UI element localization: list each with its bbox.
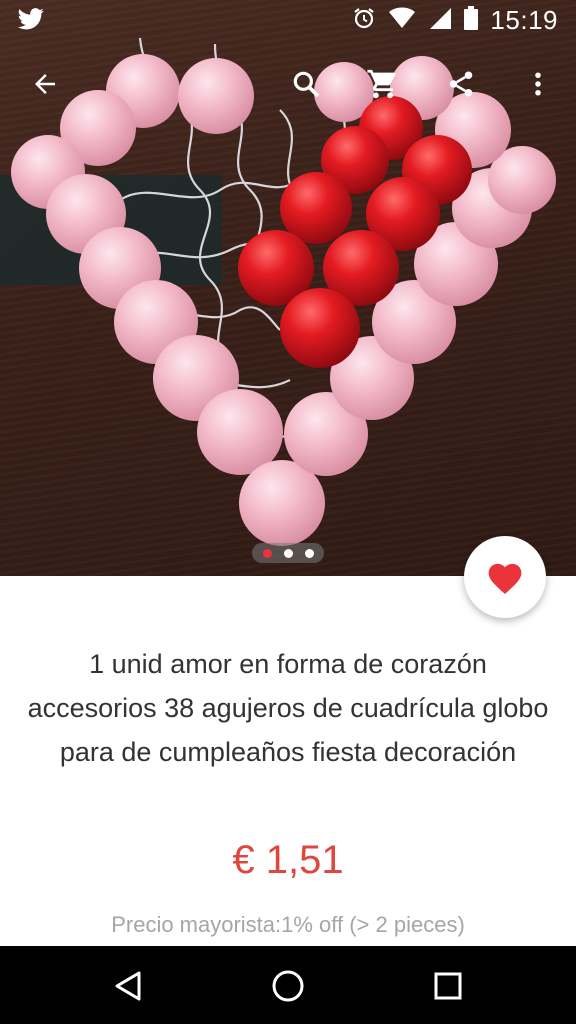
balloon-group — [11, 54, 556, 546]
cart-icon — [367, 69, 396, 99]
share-icon — [449, 71, 473, 97]
back-button[interactable] — [19, 58, 71, 110]
home-circle-icon — [272, 970, 304, 1002]
system-nav-bar — [0, 946, 576, 1024]
alarm-icon — [352, 6, 376, 35]
status-time: 15:19 — [490, 4, 558, 35]
favorite-button[interactable] — [464, 536, 546, 618]
app-toolbar — [0, 58, 576, 110]
image-pager-indicator[interactable] — [252, 543, 324, 563]
status-bar: 15:19 — [0, 0, 576, 40]
search-icon — [293, 71, 320, 98]
cart-button[interactable] — [357, 58, 409, 110]
red-balloon — [280, 288, 360, 368]
net-line — [119, 179, 301, 201]
product-price: € 1,51 — [232, 838, 344, 882]
pager-dot[interactable] — [304, 548, 314, 558]
wifi-icon — [388, 7, 416, 34]
signal-icon — [428, 6, 452, 35]
heart-icon — [488, 563, 522, 595]
more-vert-icon — [535, 72, 541, 96]
pager-dot[interactable] — [283, 548, 293, 558]
twitter-icon — [18, 8, 44, 35]
more-options-button[interactable] — [512, 58, 564, 110]
nav-back-button[interactable] — [102, 960, 154, 1012]
product-title: 1 unid amor en forma de corazón accesori… — [27, 649, 549, 767]
wholesale-price-note[interactable]: Precio mayorista:1% off (> 2 pieces) — [0, 912, 576, 938]
nav-home-button[interactable] — [262, 960, 314, 1012]
back-triangle-icon — [115, 971, 141, 1001]
pager-dot-active[interactable] — [262, 548, 272, 558]
search-button[interactable] — [280, 58, 332, 110]
recents-square-icon — [434, 972, 462, 1000]
back-arrow-icon — [35, 74, 55, 94]
share-button[interactable] — [435, 58, 487, 110]
nav-recents-button[interactable] — [422, 960, 474, 1012]
battery-icon — [464, 5, 479, 35]
